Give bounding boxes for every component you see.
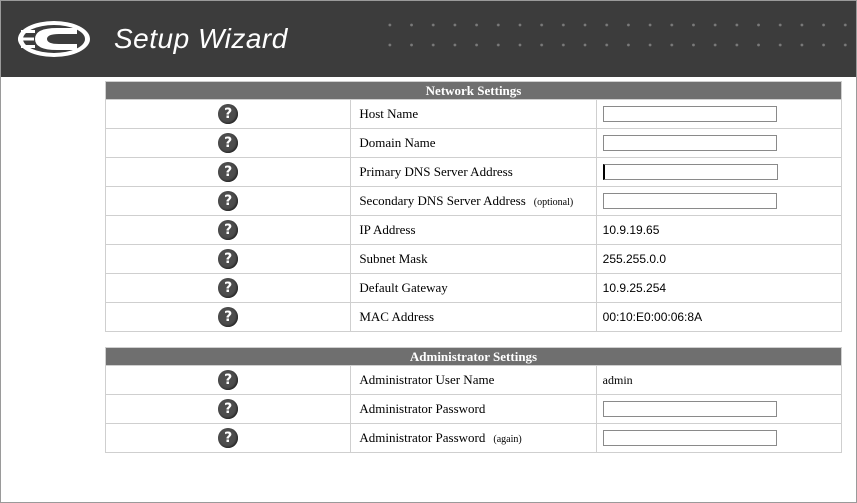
field-label: MAC Address (350, 302, 597, 332)
primary-dns-input[interactable] (602, 164, 778, 180)
table-row: ? Default Gateway 10.9.25.254 (104, 273, 843, 303)
table-row: ? Administrator Password (again) (104, 423, 843, 453)
administrator-settings-table: Administrator Settings ? Administrator U… (104, 347, 843, 453)
subnet-mask-value: 255.255.0.0 (595, 244, 843, 274)
help-icon[interactable]: ? (218, 399, 239, 419)
table-row: ? IP Address 10.9.19.65 (104, 215, 843, 245)
again-note: (again) (493, 434, 522, 445)
field-label: Default Gateway (350, 273, 597, 303)
header-banner: Setup Wizard (1, 1, 856, 77)
field-label: Secondary DNS Server Address (359, 193, 526, 208)
field-label: Administrator User Name (350, 365, 597, 395)
mac-address-value: 00:10:E0:00:06:8A (595, 302, 843, 332)
help-icon[interactable]: ? (218, 104, 239, 124)
default-gateway-value: 10.9.25.254 (595, 273, 843, 303)
help-icon[interactable]: ? (218, 370, 239, 390)
optional-note: (optional) (533, 197, 574, 208)
table-row: ? Subnet Mask 255.255.0.0 (104, 244, 843, 274)
table-row: ? Primary DNS Server Address (104, 157, 843, 187)
secondary-dns-input[interactable] (602, 193, 777, 209)
host-name-input[interactable] (602, 106, 777, 122)
admin-password-input[interactable] (602, 401, 777, 418)
dot-pattern (379, 15, 849, 55)
field-label: Domain Name (350, 128, 597, 158)
c-logo-icon (18, 21, 90, 57)
table-row: ? Administrator Password (104, 394, 843, 424)
field-label: IP Address (350, 215, 597, 245)
help-icon[interactable]: ? (218, 220, 239, 240)
table-row: ? Domain Name (104, 128, 843, 158)
table-row: ? MAC Address 00:10:E0:00:06:8A (104, 302, 843, 332)
help-icon[interactable]: ? (218, 133, 239, 153)
setup-wizard-window: Setup Wizard Network Settings ? Host Nam… (0, 0, 857, 503)
domain-name-input[interactable] (602, 135, 777, 151)
table-row: ? Administrator User Name admin (104, 365, 843, 395)
help-icon[interactable]: ? (218, 191, 239, 211)
administrator-settings-heading: Administrator Settings (105, 347, 842, 366)
field-label: Administrator Password (350, 394, 597, 424)
field-label: Host Name (350, 99, 597, 129)
network-settings-table: Network Settings ? Host Name ? Domain Na… (104, 81, 843, 332)
admin-password-confirm-input[interactable] (602, 430, 777, 447)
help-icon[interactable]: ? (218, 278, 239, 298)
help-icon[interactable]: ? (218, 249, 239, 269)
field-label: Primary DNS Server Address (350, 157, 597, 187)
field-label: Administrator Password (359, 430, 486, 445)
network-settings-heading: Network Settings (105, 81, 842, 100)
ip-address-value: 10.9.19.65 (595, 215, 843, 245)
admin-username-value: admin (595, 365, 843, 395)
table-row: ? Secondary DNS Server Address (optional) (104, 186, 843, 216)
help-icon[interactable]: ? (218, 162, 239, 182)
help-icon[interactable]: ? (218, 428, 239, 448)
table-row: ? Host Name (104, 99, 843, 129)
field-label: Subnet Mask (350, 244, 597, 274)
page-title: Setup Wizard (114, 23, 288, 54)
help-icon[interactable]: ? (218, 307, 239, 327)
